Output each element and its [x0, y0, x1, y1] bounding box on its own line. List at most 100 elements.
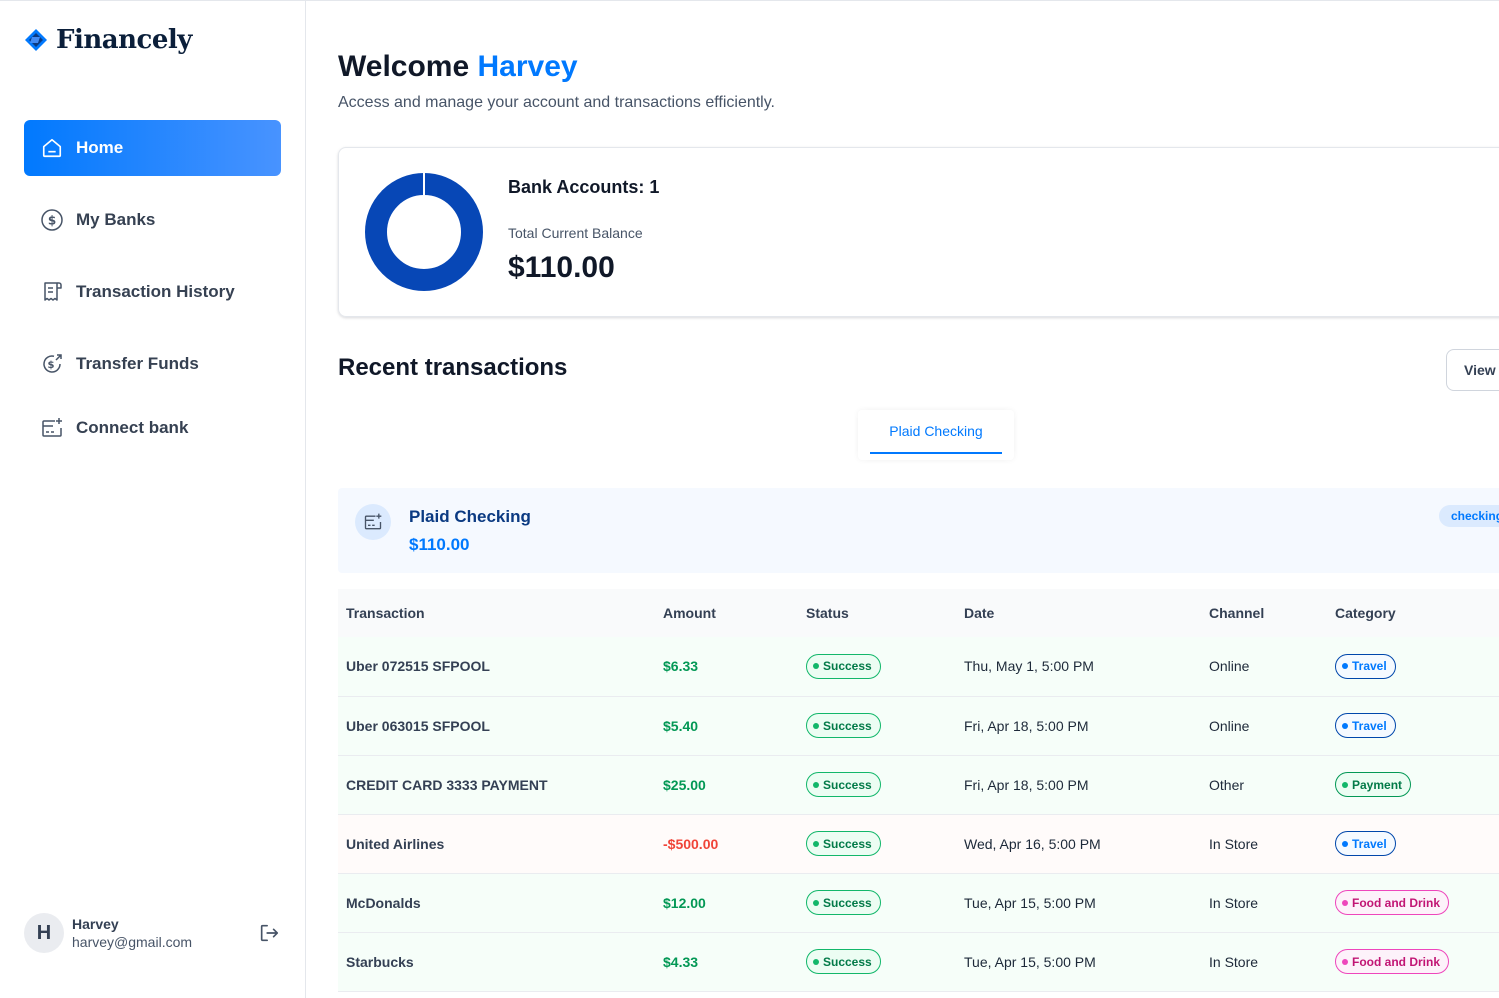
svg-text:$: $: [48, 214, 56, 228]
sidebar: Financely Home $ My Banks Transaction Hi…: [0, 1, 306, 998]
table-row[interactable]: United Airlines -$500.00 Success Wed, Ap…: [338, 814, 1499, 873]
dot-icon: [1342, 722, 1348, 729]
transaction-amount: $12.00: [663, 894, 706, 911]
column-header: Transaction: [346, 605, 425, 621]
transaction-name: Uber 063015 SFPOOL: [346, 717, 490, 734]
app-window: Financely Home $ My Banks Transaction Hi…: [0, 0, 1499, 998]
table-header-row: Transaction Amount Status Date Channel C…: [338, 589, 1499, 637]
brand-name: Financely: [56, 25, 192, 55]
category-label: Travel: [1352, 718, 1387, 733]
sidebar-item-home[interactable]: Home: [24, 120, 281, 176]
category-label: Travel: [1352, 659, 1387, 674]
category-label: Food and Drink: [1352, 954, 1440, 969]
dot-icon: [1342, 663, 1348, 670]
transaction-amount: $25.00: [663, 776, 706, 793]
sidebar-item-label: Transaction History: [76, 282, 235, 301]
status-label: Success: [823, 954, 872, 969]
page-title: Welcome Harvey: [338, 50, 578, 84]
table-row[interactable]: Uber 063015 SFPOOL $5.40 Success Fri, Ap…: [338, 696, 1499, 755]
dot-icon: [1342, 899, 1348, 906]
category-badge: Travel: [1335, 653, 1396, 679]
avatar[interactable]: H: [24, 913, 64, 953]
transaction-amount: $6.33: [663, 658, 699, 675]
status-badge: Success: [806, 772, 881, 797]
transaction-date: Tue, Apr 15, 5:00 PM: [964, 894, 1096, 911]
sidebar-item-transaction-history[interactable]: Transaction History: [24, 264, 281, 320]
brand-logo[interactable]: Financely: [24, 25, 192, 55]
greeting-text: Welcome: [338, 50, 470, 83]
status-badge: Success: [806, 653, 881, 679]
transaction-channel: In Store: [1209, 953, 1259, 970]
table-row[interactable]: McDonalds $12.00 Success Tue, Apr 15, 5:…: [338, 873, 1499, 932]
category-badge: Travel: [1335, 713, 1396, 738]
status-badge: Success: [806, 713, 881, 738]
sidebar-item-transfer-funds[interactable]: $ Transfer Funds: [24, 336, 281, 392]
home-icon: [40, 136, 64, 160]
bank-name: Plaid Checking: [409, 507, 531, 526]
dot-icon: [813, 663, 819, 670]
category-label: Food and Drink: [1352, 895, 1440, 910]
column-header: Channel: [1209, 605, 1265, 621]
transaction-amount: $5.40: [663, 717, 699, 734]
total-balance-value: $110.00: [508, 251, 615, 284]
transaction-name: CREDIT CARD 3333 PAYMENT: [346, 776, 548, 793]
money-send-icon: $: [40, 352, 64, 376]
dot-icon: [813, 899, 819, 906]
total-balance-label: Total Current Balance: [508, 225, 643, 241]
card-icon: [355, 504, 391, 540]
category-label: Payment: [1352, 777, 1403, 792]
transaction-date: Thu, May 1, 5:00 PM: [964, 658, 1094, 675]
svg-text:$: $: [48, 360, 55, 371]
user-email: harvey@gmail.com: [72, 934, 193, 950]
table-row[interactable]: Starbucks $4.33 Success Tue, Apr 15, 5:0…: [338, 932, 1499, 991]
status-badge: Success: [806, 949, 881, 974]
balance-donut-chart: [365, 173, 483, 291]
transaction-date: Wed, Apr 16, 5:00 PM: [964, 835, 1101, 852]
sidebar-item-label: Transfer Funds: [76, 354, 199, 373]
bank-tabs: Plaid Checking: [858, 410, 1014, 460]
recent-transactions-title: Recent transactions: [338, 354, 568, 381]
transaction-date: Fri, Apr 18, 5:00 PM: [964, 776, 1089, 793]
dollar-circle-icon: $: [40, 208, 64, 232]
transaction-channel: Online: [1209, 658, 1250, 675]
bank-info-card[interactable]: Plaid Checking $110.00 checking: [338, 488, 1499, 573]
sidebar-item-my-banks[interactable]: $ My Banks: [24, 192, 281, 248]
account-type-badge: checking: [1439, 505, 1499, 527]
bank-accounts-count: Bank Accounts: 1: [508, 177, 660, 197]
sidebar-item-label: My Banks: [76, 210, 156, 229]
transaction-channel: Online: [1209, 717, 1250, 734]
tab-plaid-checking[interactable]: Plaid Checking: [870, 410, 1002, 454]
status-label: Success: [823, 895, 872, 910]
status-label: Success: [823, 836, 872, 851]
transaction-date: Fri, Apr 18, 5:00 PM: [964, 717, 1089, 734]
table-row[interactable]: CREDIT CARD 3333 PAYMENT $25.00 Success …: [338, 755, 1499, 814]
status-label: Success: [823, 777, 872, 792]
transaction-channel: In Store: [1209, 835, 1259, 852]
card-add-icon: [40, 416, 64, 440]
category-label: Travel: [1352, 836, 1387, 851]
table-row[interactable]: Uber 072515 SFPOOL $6.33 Success Thu, Ma…: [338, 637, 1499, 696]
dot-icon: [813, 958, 819, 965]
user-footer: H Harvey harvey@gmail.com: [24, 912, 284, 954]
view-all-button[interactable]: View: [1446, 349, 1499, 391]
logo-icon: [25, 29, 47, 51]
transaction-name: United Airlines: [346, 835, 445, 852]
category-badge: Payment: [1335, 772, 1412, 797]
page-subtitle: Access and manage your account and trans…: [338, 94, 775, 111]
dot-icon: [1342, 958, 1348, 965]
transaction-name: Uber 072515 SFPOOL: [346, 658, 490, 675]
status-badge: Success: [806, 831, 881, 856]
category-badge: Food and Drink: [1335, 949, 1449, 974]
dot-icon: [813, 781, 819, 788]
status-label: Success: [823, 718, 872, 733]
sidebar-item-label: Home: [76, 138, 124, 157]
transaction-amount: -$500.00: [663, 835, 719, 852]
status-label: Success: [823, 659, 872, 674]
greeting-user-name: Harvey: [477, 50, 578, 83]
dot-icon: [1342, 840, 1348, 847]
logout-icon[interactable]: [258, 922, 280, 944]
transaction-amount: $4.33: [663, 953, 699, 970]
sidebar-item-connect-bank[interactable]: Connect bank: [24, 400, 281, 456]
category-badge: Food and Drink: [1335, 890, 1449, 915]
receipt-icon: [40, 280, 64, 304]
